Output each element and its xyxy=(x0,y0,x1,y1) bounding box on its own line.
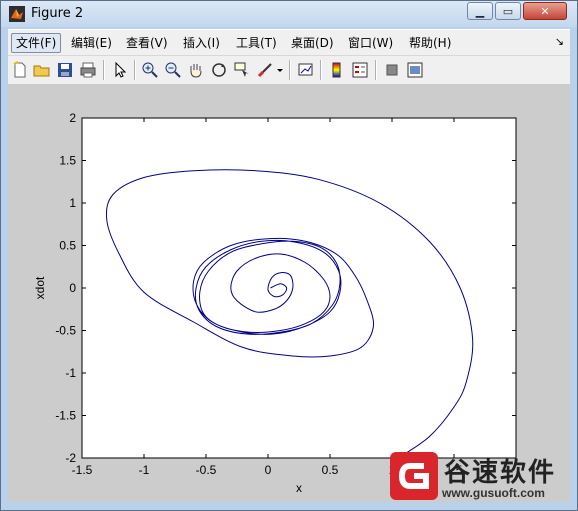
hide-plot-tools-icon[interactable] xyxy=(383,61,401,79)
colorbar-icon[interactable] xyxy=(328,61,346,79)
menu-file[interactable]: 文件(F) xyxy=(11,33,62,53)
pan-hand-icon[interactable] xyxy=(187,61,205,79)
toolbar-separator xyxy=(320,60,322,80)
axes-box xyxy=(81,117,517,459)
menu-window[interactable]: 窗口(W) xyxy=(344,33,397,53)
y-tick-label: -1 xyxy=(65,366,76,380)
brush-icon[interactable] xyxy=(256,61,274,79)
x-tick-label: -1.5 xyxy=(72,463,93,477)
y-tick-label: 0 xyxy=(69,281,76,295)
menu-bar: 文件(F) 编辑(E) 查看(V) 插入(I) 工具(T) 桌面(D) 窗口(W… xyxy=(8,29,570,56)
link-plot-icon[interactable] xyxy=(297,61,315,79)
brush-dropdown-icon[interactable] xyxy=(276,61,284,79)
x-tick-label: 0 xyxy=(265,463,272,477)
plot-svg: -1.5-1-0.500.511.521.510.50-0.5-1-1.5-2x… xyxy=(33,111,517,495)
menu-tools[interactable]: 工具(T) xyxy=(232,33,281,53)
matlab-logo-icon xyxy=(9,6,25,22)
toolbar-separator xyxy=(103,60,105,80)
dock-figure-icon[interactable]: ↘ xyxy=(555,35,564,48)
brand-url: www.gusuoft.com xyxy=(442,486,545,500)
menu-help[interactable]: 帮助(H) xyxy=(405,33,455,53)
x-axis-label: x xyxy=(296,481,302,495)
y-tick-label: -0.5 xyxy=(55,324,76,338)
menu-desktop[interactable]: 桌面(D) xyxy=(287,33,338,53)
toolbar-separator xyxy=(289,60,291,80)
maximize-button[interactable]: ▭ xyxy=(495,2,521,20)
print-icon[interactable] xyxy=(79,61,97,79)
y-tick-label: -2 xyxy=(65,451,76,465)
open-file-icon[interactable] xyxy=(33,61,51,79)
rotate-3d-icon[interactable] xyxy=(210,61,228,79)
legend-icon[interactable] xyxy=(351,61,369,79)
y-tick-label: 2 xyxy=(69,111,76,125)
y-tick-label: 1.5 xyxy=(59,154,76,168)
zoom-out-icon[interactable] xyxy=(164,61,182,79)
new-figure-icon[interactable] xyxy=(11,61,29,79)
minimize-button[interactable]: ▁ xyxy=(467,2,493,20)
toolbar-separator xyxy=(134,60,136,80)
watermark: 谷速软件 www.gusuoft.com xyxy=(382,446,572,508)
y-tick-label: -1.5 xyxy=(55,409,76,423)
zoom-in-icon[interactable] xyxy=(141,61,159,79)
figure-toolbar xyxy=(8,55,570,85)
menu-insert[interactable]: 插入(I) xyxy=(179,33,224,53)
gusuoft-logo-icon xyxy=(390,452,438,500)
show-plot-tools-icon[interactable] xyxy=(406,61,424,79)
y-tick-label: 1 xyxy=(69,196,76,210)
figure-canvas: -1.5-1-0.500.511.521.510.50-0.5-1-1.5-2x… xyxy=(8,84,570,502)
window-title: Figure 2 xyxy=(31,6,84,21)
menu-edit[interactable]: 编辑(E) xyxy=(67,33,116,53)
save-icon[interactable] xyxy=(56,61,74,79)
pointer-icon[interactable] xyxy=(111,61,129,79)
x-tick-label: 0.5 xyxy=(322,463,339,477)
brand-text: 谷速软件 xyxy=(444,458,557,488)
toolbar-separator xyxy=(375,60,377,80)
x-tick-label: -1 xyxy=(139,463,150,477)
y-axis-label: xdot xyxy=(33,276,47,299)
menu-view[interactable]: 查看(V) xyxy=(122,33,172,53)
data-cursor-icon[interactable] xyxy=(233,61,251,79)
close-button[interactable]: ✕ xyxy=(523,2,567,20)
title-bar[interactable]: Figure 2 ▁ ▭ ✕ xyxy=(1,1,577,27)
x-tick-label: -0.5 xyxy=(196,463,217,477)
figure-window: Figure 2 ▁ ▭ ✕ 文件(F) 编辑(E) 查看(V) 插入(I) 工… xyxy=(0,0,578,511)
y-tick-label: 0.5 xyxy=(59,239,76,253)
